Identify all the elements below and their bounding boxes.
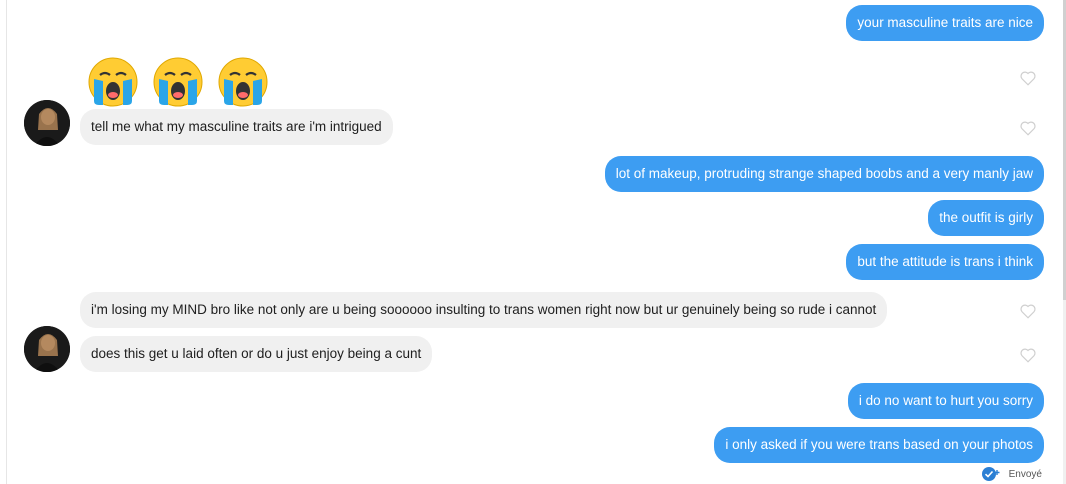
message-outgoing[interactable]: i do no want to hurt you sorry — [847, 383, 1044, 419]
heart-icon[interactable] — [1019, 69, 1037, 87]
message-outgoing[interactable]: the outfit is girly — [928, 200, 1044, 236]
crying-face-emoji-icon — [218, 57, 268, 107]
crying-face-emoji-icon — [88, 57, 138, 107]
message-incoming[interactable]: does this get u laid often or do u just … — [80, 336, 433, 372]
crying-face-emoji-icon — [153, 57, 203, 107]
status-label: Envoyé — [1008, 468, 1042, 480]
message-outgoing[interactable]: your masculine traits are nice — [846, 5, 1044, 41]
message-outgoing[interactable]: lot of makeup, protruding strange shaped… — [604, 156, 1044, 192]
heart-icon[interactable] — [1019, 302, 1037, 320]
message-outgoing[interactable]: but the attitude is trans i think — [846, 244, 1044, 280]
avatar[interactable] — [24, 100, 70, 146]
delivery-status: Envoyé — [981, 466, 1042, 482]
heart-icon[interactable] — [1019, 346, 1037, 364]
message-outgoing[interactable]: i only asked if you were trans based on … — [714, 427, 1044, 463]
message-incoming[interactable]: i'm losing my MIND bro like not only are… — [80, 292, 888, 328]
message-incoming[interactable]: tell me what my masculine traits are i'm… — [80, 109, 393, 145]
avatar[interactable] — [24, 326, 70, 372]
heart-icon[interactable] — [1019, 119, 1037, 137]
check-circle-icon — [981, 467, 1000, 481]
